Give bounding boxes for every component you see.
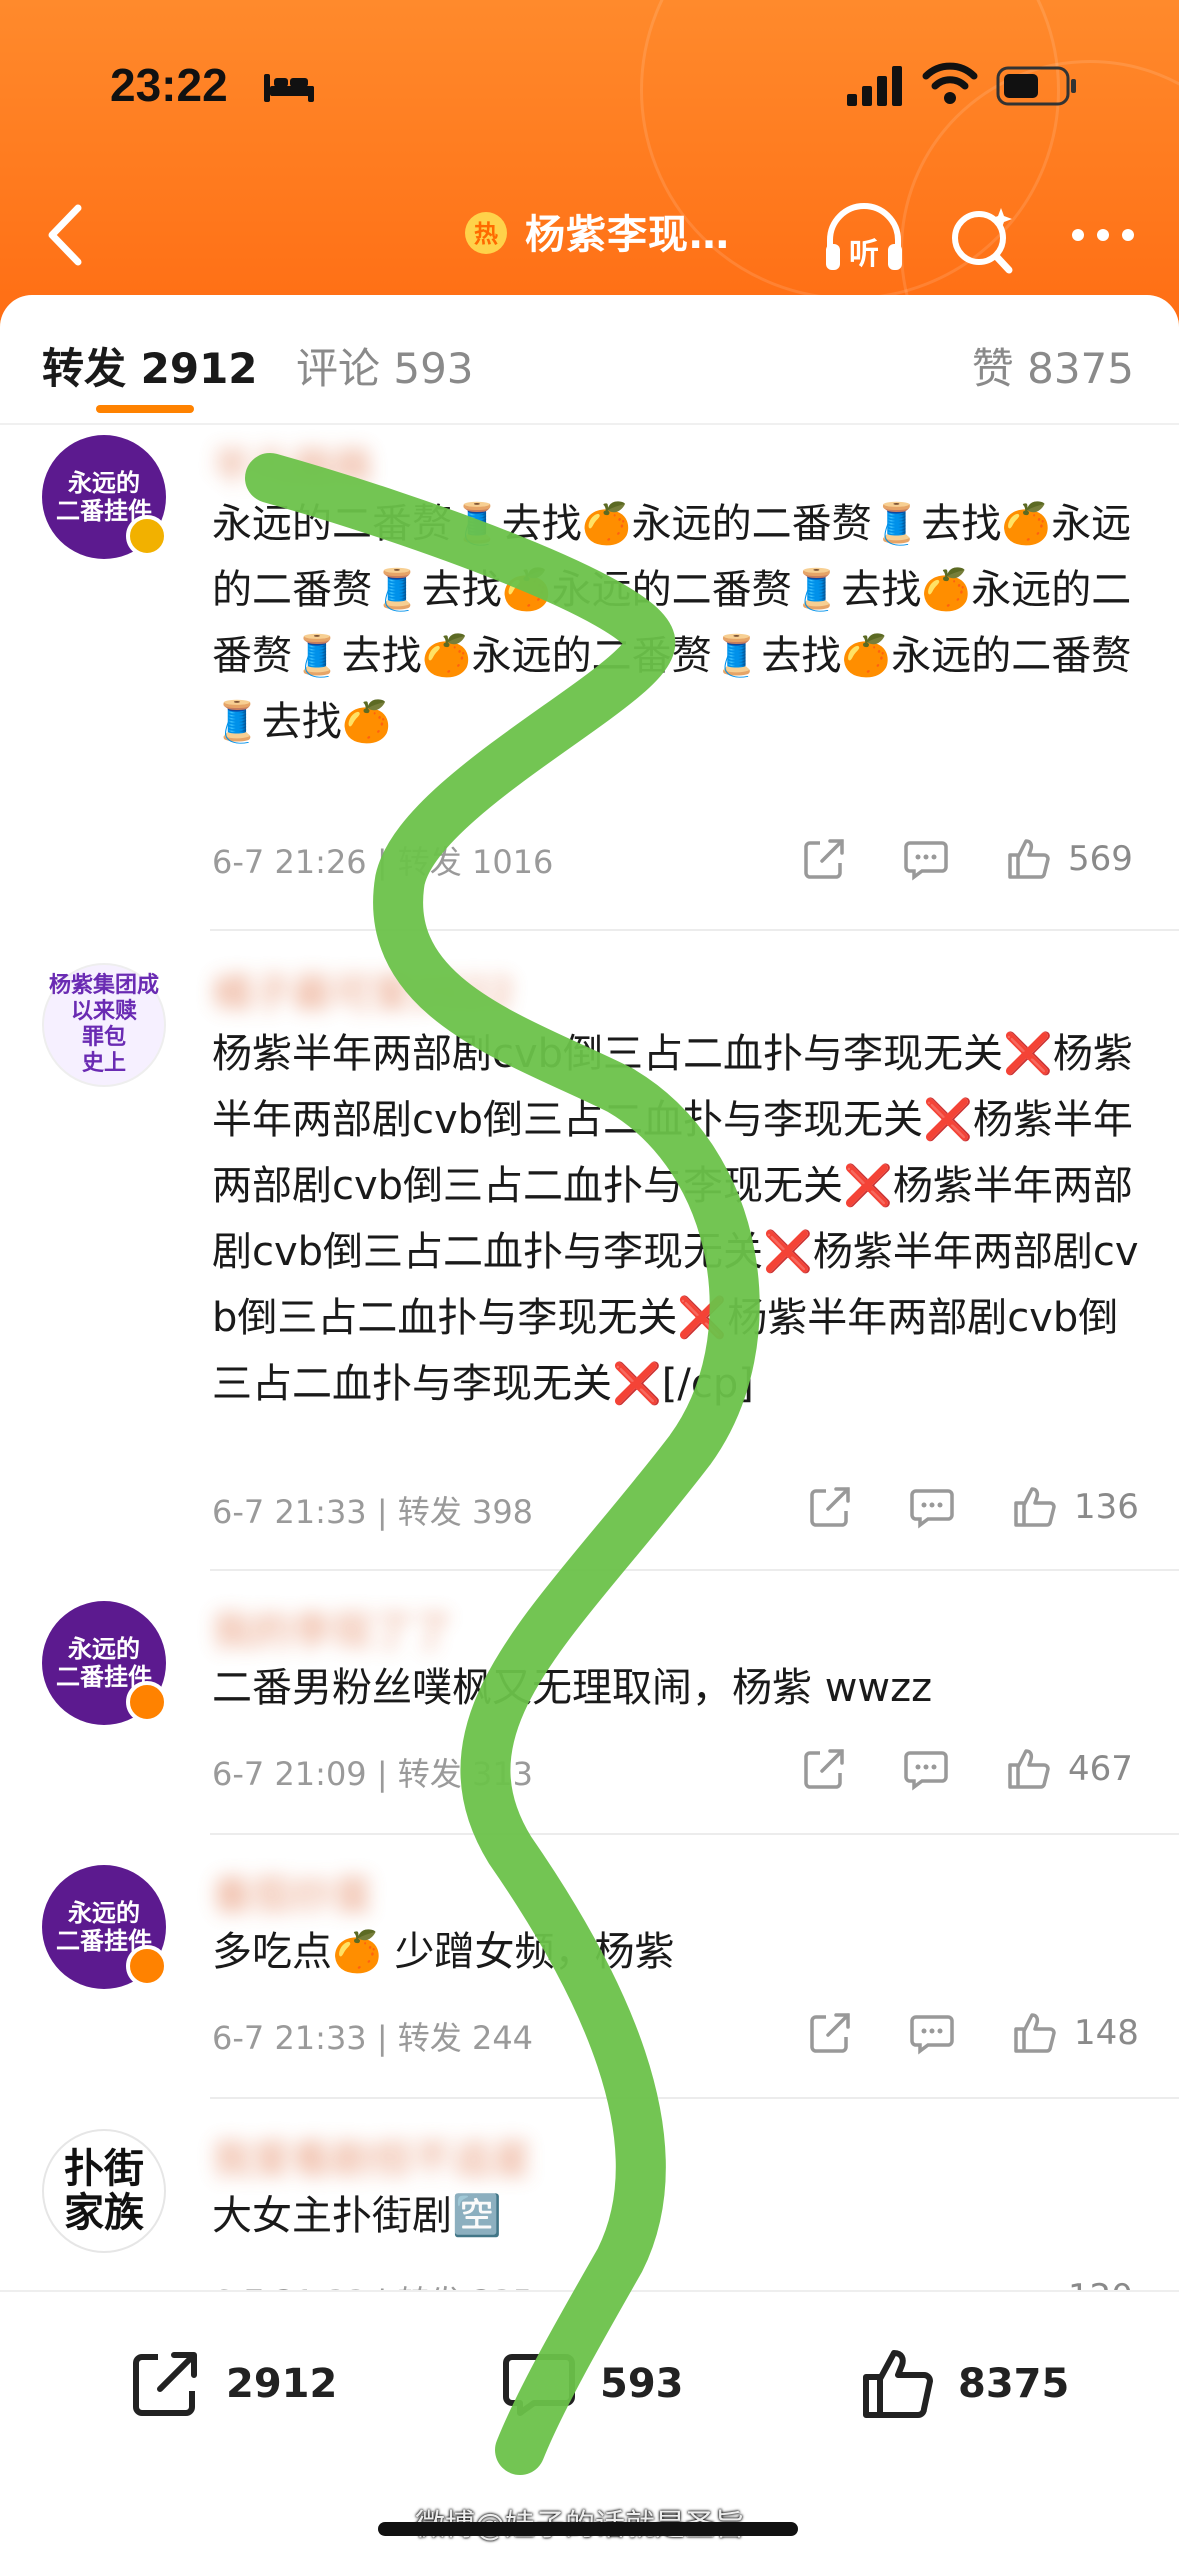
tab-comment[interactable]: 评论 593	[296, 335, 474, 396]
wifi-icon	[922, 62, 978, 104]
hot-badge-text: 热	[474, 220, 498, 248]
post-meta: 6-7 21:26 | 转发 1016	[212, 843, 554, 881]
username[interactable]: 橘子最可爱2022	[212, 961, 514, 1019]
username[interactable]: 番茄炒蛋	[212, 1863, 372, 1921]
more-options-icon[interactable]	[1068, 210, 1138, 260]
like-count: 136	[1074, 1487, 1139, 1527]
like-thumb-icon[interactable]	[1010, 2009, 1058, 2057]
avatar[interactable]: 杨紫集团成 以来赎 罪包 史上	[42, 963, 166, 1087]
listen-headphones-icon[interactable]: 听	[820, 198, 908, 278]
verified-badge-icon	[126, 1945, 168, 1987]
list-item: 杨紫集团成 以来赎 罪包 史上 橘子最可爱2022 杨紫半年两部剧cvb倒三占二…	[0, 931, 1179, 1571]
post-meta: 6-7 21:33 | 转发 244	[212, 2019, 534, 2057]
list-item: 永远的 二番挂件 番茄炒蛋 多吃点🍊 少蹭女频，杨紫 6-7 21:33 | 转…	[0, 1835, 1179, 2099]
like-thumb-icon	[863, 2350, 933, 2418]
status-bar: 23:22	[0, 0, 1179, 175]
cellular-signal-icon	[847, 66, 902, 106]
repost-icon	[133, 2352, 197, 2416]
tab-like[interactable]: 赞 8375	[972, 335, 1134, 396]
main-content: 转发 2912 评论 593 赞 8375 永远的 二番挂件 平凡萌萌 永远的二…	[0, 295, 1179, 2556]
post-meta: 6-7 21:33 | 转发 398	[212, 1493, 534, 1531]
avatar-text: 杨紫集团成 以来赎 罪包 史上	[48, 973, 159, 1076]
username[interactable]: 平凡萌萌	[212, 435, 372, 493]
share-icon[interactable]	[806, 1483, 854, 1531]
comment-icon[interactable]	[908, 2009, 956, 2057]
post-text: 多吃点🍊 少蹭女频，杨紫	[212, 1929, 675, 1975]
page-title[interactable]: 杨紫李现…	[525, 202, 730, 260]
tab-repost[interactable]: 转发 2912	[42, 335, 258, 396]
like-button[interactable]: 8375	[858, 2344, 1069, 2424]
back-arrow-icon[interactable]	[30, 190, 100, 280]
nav-bar: 热 杨紫李现… 听	[0, 180, 1179, 290]
svg-text:听: 听	[849, 237, 879, 272]
comment-bubble-icon	[503, 2354, 575, 2416]
tab-bar: 转发 2912 评论 593 赞 8375	[0, 295, 1179, 425]
like-count: 569	[1068, 839, 1133, 879]
share-icon[interactable]	[806, 2009, 854, 2057]
list-item: 永远的 二番挂件 平凡萌萌 永远的二番赘🧵去找🍊永远的二番赘🧵去找🍊永远的二番赘…	[0, 425, 1179, 931]
home-indicator[interactable]	[378, 2522, 798, 2536]
hot-topic-icon: 热	[465, 212, 507, 254]
like-thumb-icon[interactable]	[1010, 1483, 1058, 1531]
username[interactable]: 我的李现了了	[212, 1599, 452, 1657]
like-count: 467	[1068, 1749, 1133, 1789]
post-text: 大女主扑街剧🈳	[212, 2193, 502, 2239]
comment-icon[interactable]	[902, 1745, 950, 1793]
status-time: 23:22	[110, 59, 228, 111]
search-icon[interactable]	[945, 198, 1020, 278]
post-text: 永远的二番赘🧵去找🍊永远的二番赘🧵去找🍊永远的二番赘🧵去找🍊永远的二番赘🧵去找🍊…	[212, 501, 1132, 745]
comment-icon[interactable]	[902, 835, 950, 883]
avatar[interactable]: 扑街 家族	[42, 2129, 166, 2253]
username[interactable]: 我爱看剧但不追星	[212, 2127, 532, 2185]
verified-badge-icon	[126, 1681, 168, 1723]
sleep-mode-icon	[264, 74, 314, 102]
repost-count: 2912	[226, 2361, 338, 2407]
list-item: 永远的 二番挂件 我的李现了了 二番男粉丝噗枫又无理取闹，杨紫 wwzz 6-7…	[0, 1571, 1179, 1835]
like-thumb-icon[interactable]	[1004, 835, 1052, 883]
comment-icon[interactable]	[908, 1483, 956, 1531]
like-count: 148	[1074, 2013, 1139, 2053]
share-icon[interactable]	[800, 835, 848, 883]
post-text: 二番男粉丝噗枫又无理取闹，杨紫 wwzz	[212, 1665, 933, 1711]
post-text: 杨紫半年两部剧cvb倒三占二血扑与李现无关❌杨紫半年两部剧cvb倒三占二血扑与李…	[212, 1031, 1139, 1407]
header: 23:22 热 杨紫李现… 听	[0, 0, 1179, 320]
comment-count: 593	[600, 2361, 684, 2407]
verified-badge-icon	[126, 515, 168, 557]
post-meta: 6-7 21:09 | 转发 313	[212, 1755, 534, 1793]
like-count: 8375	[958, 2361, 1070, 2407]
like-thumb-icon[interactable]	[1004, 1745, 1052, 1793]
active-tab-indicator	[96, 405, 194, 413]
bottom-action-bar: 2912 593 8375 微博@娃子的话就是圣旨	[0, 2290, 1179, 2556]
avatar-text: 扑街 家族	[64, 2146, 144, 2236]
comment-button[interactable]: 593	[500, 2344, 684, 2424]
battery-icon	[996, 66, 1076, 106]
repost-button[interactable]: 2912	[126, 2344, 337, 2424]
share-icon[interactable]	[800, 1745, 848, 1793]
